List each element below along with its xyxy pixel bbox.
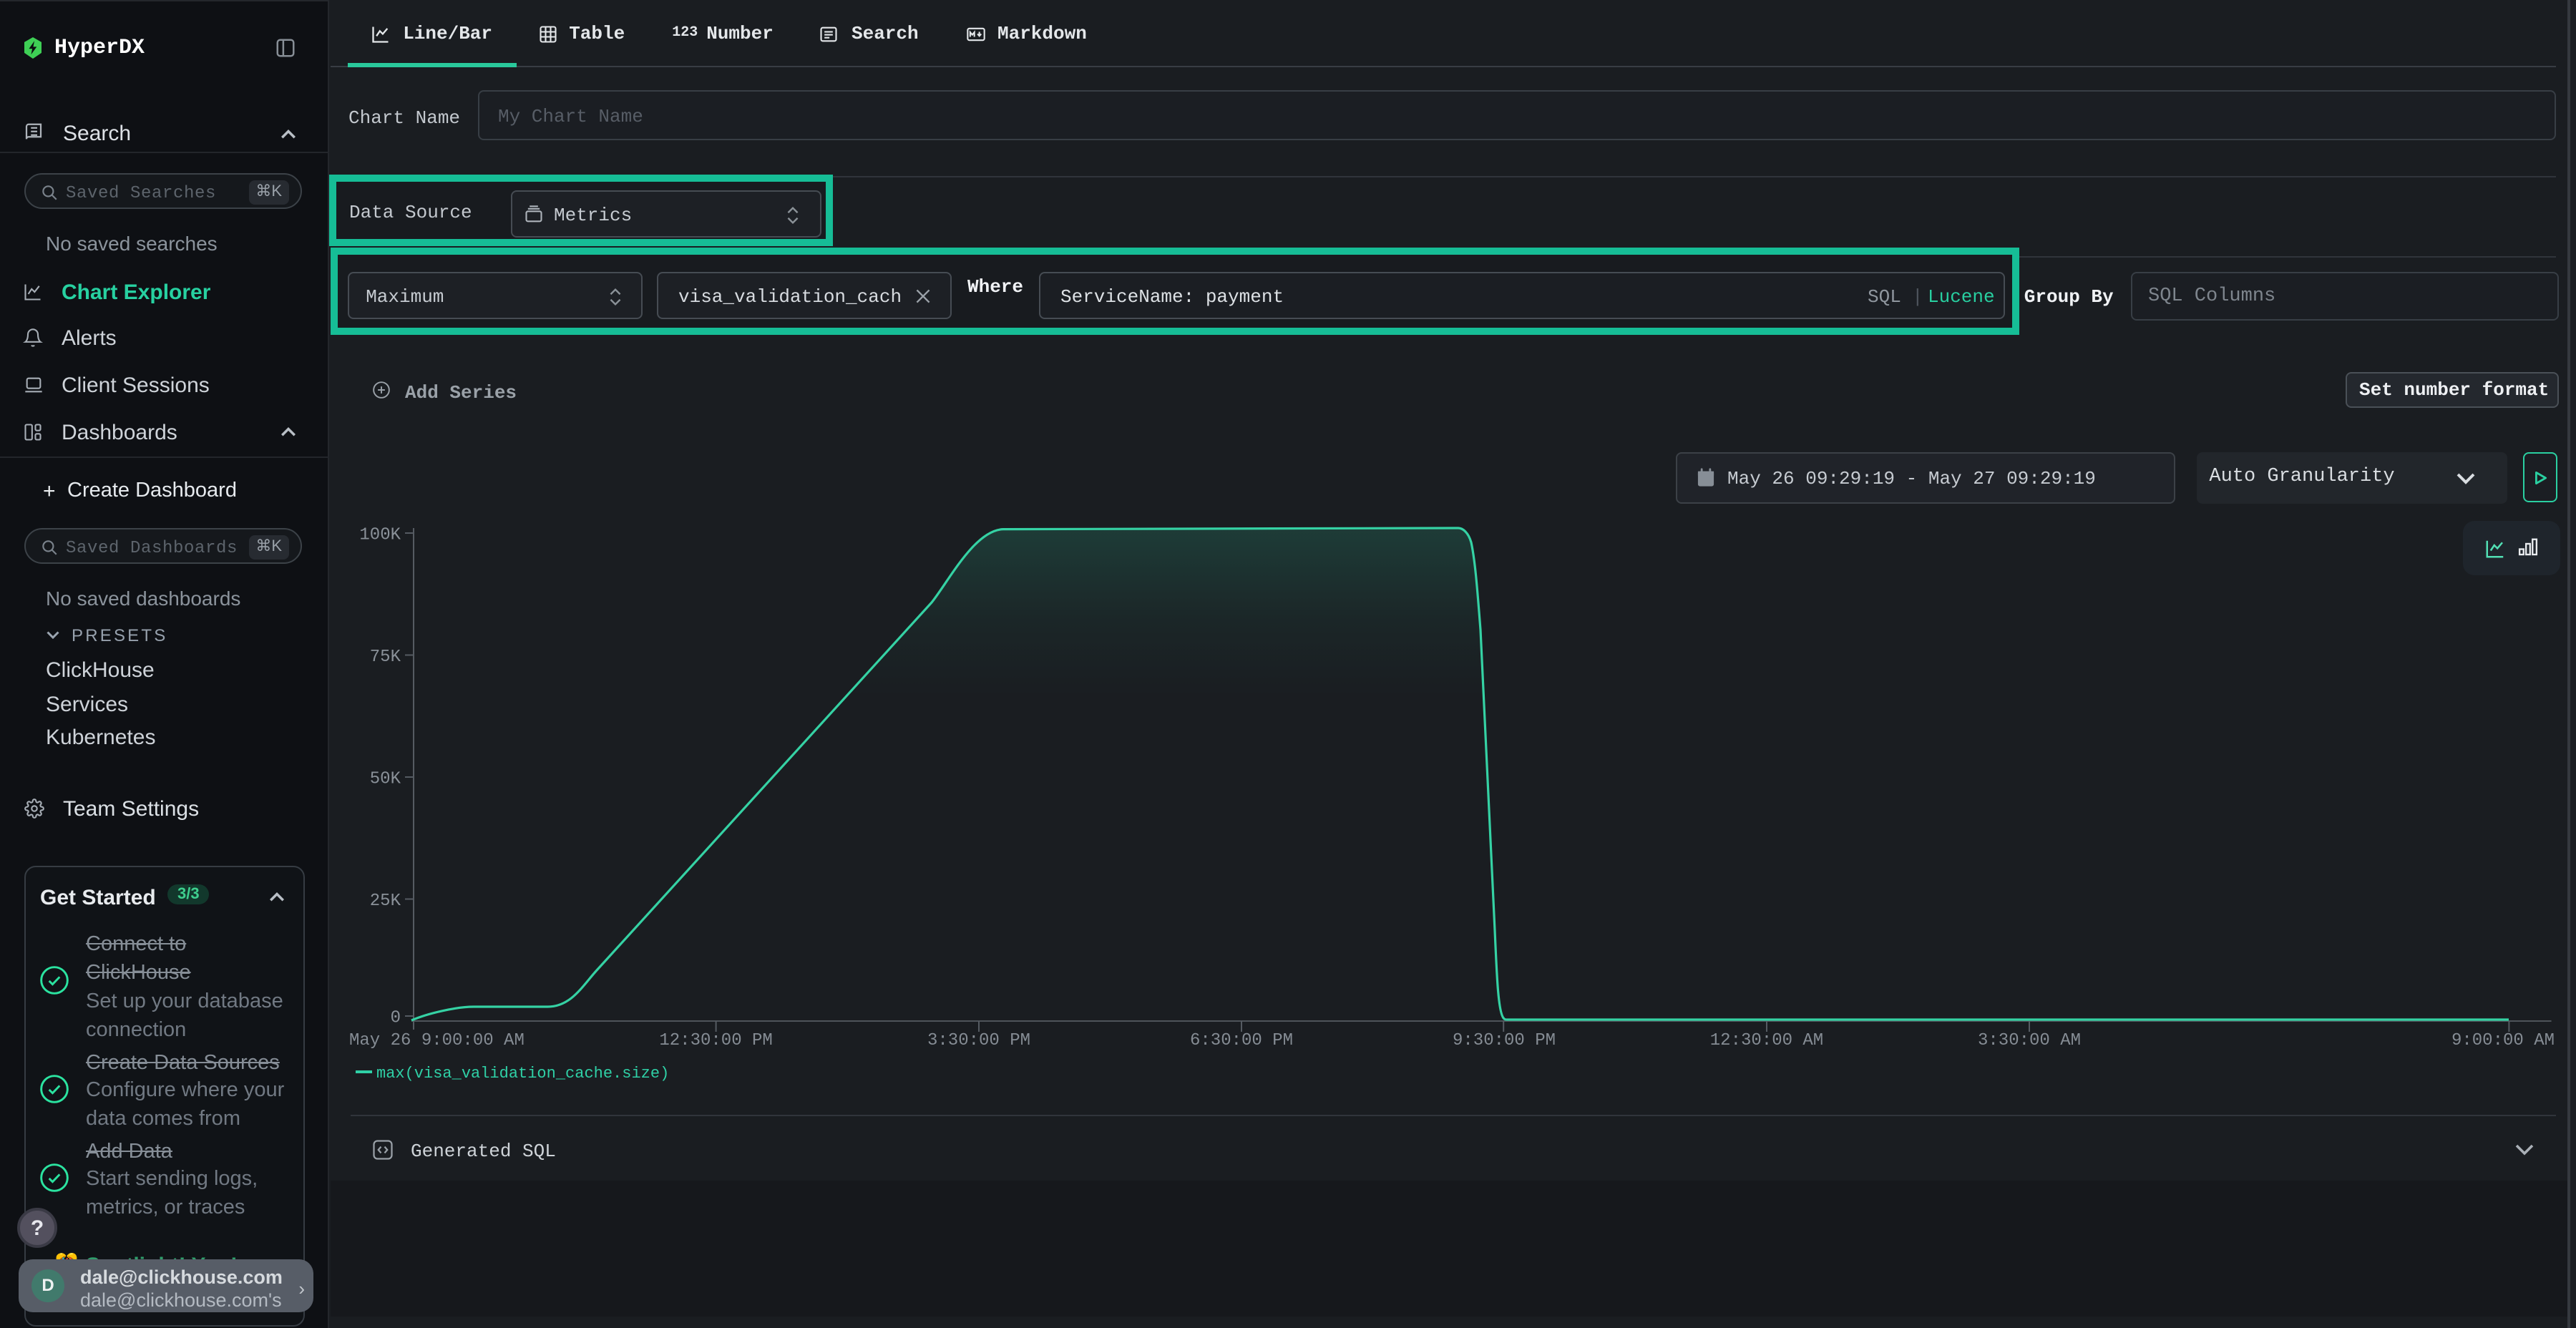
- svg-text:9:00:00 AM: 9:00:00 AM: [2451, 1031, 2555, 1050]
- svg-text:12:30:00 PM: 12:30:00 PM: [659, 1031, 772, 1050]
- svg-text:3:30:00 AM: 3:30:00 AM: [1978, 1031, 2081, 1050]
- svg-text:0: 0: [391, 1009, 401, 1028]
- svg-text:6:30:00 PM: 6:30:00 PM: [1190, 1031, 1293, 1050]
- svg-text:75K: 75K: [370, 648, 401, 667]
- svg-text:9:30:00 PM: 9:30:00 PM: [1453, 1031, 1556, 1050]
- svg-text:max(visa_validation_cache.size: max(visa_validation_cache.size): [376, 1065, 669, 1083]
- svg-text:3:30:00 PM: 3:30:00 PM: [927, 1031, 1030, 1050]
- svg-text:12:30:00 AM: 12:30:00 AM: [1710, 1031, 1823, 1050]
- svg-text:100K: 100K: [359, 526, 401, 545]
- svg-text:25K: 25K: [370, 892, 401, 911]
- svg-text:50K: 50K: [370, 770, 401, 789]
- svg-text:May 26 9:00:00 AM: May 26 9:00:00 AM: [349, 1031, 525, 1050]
